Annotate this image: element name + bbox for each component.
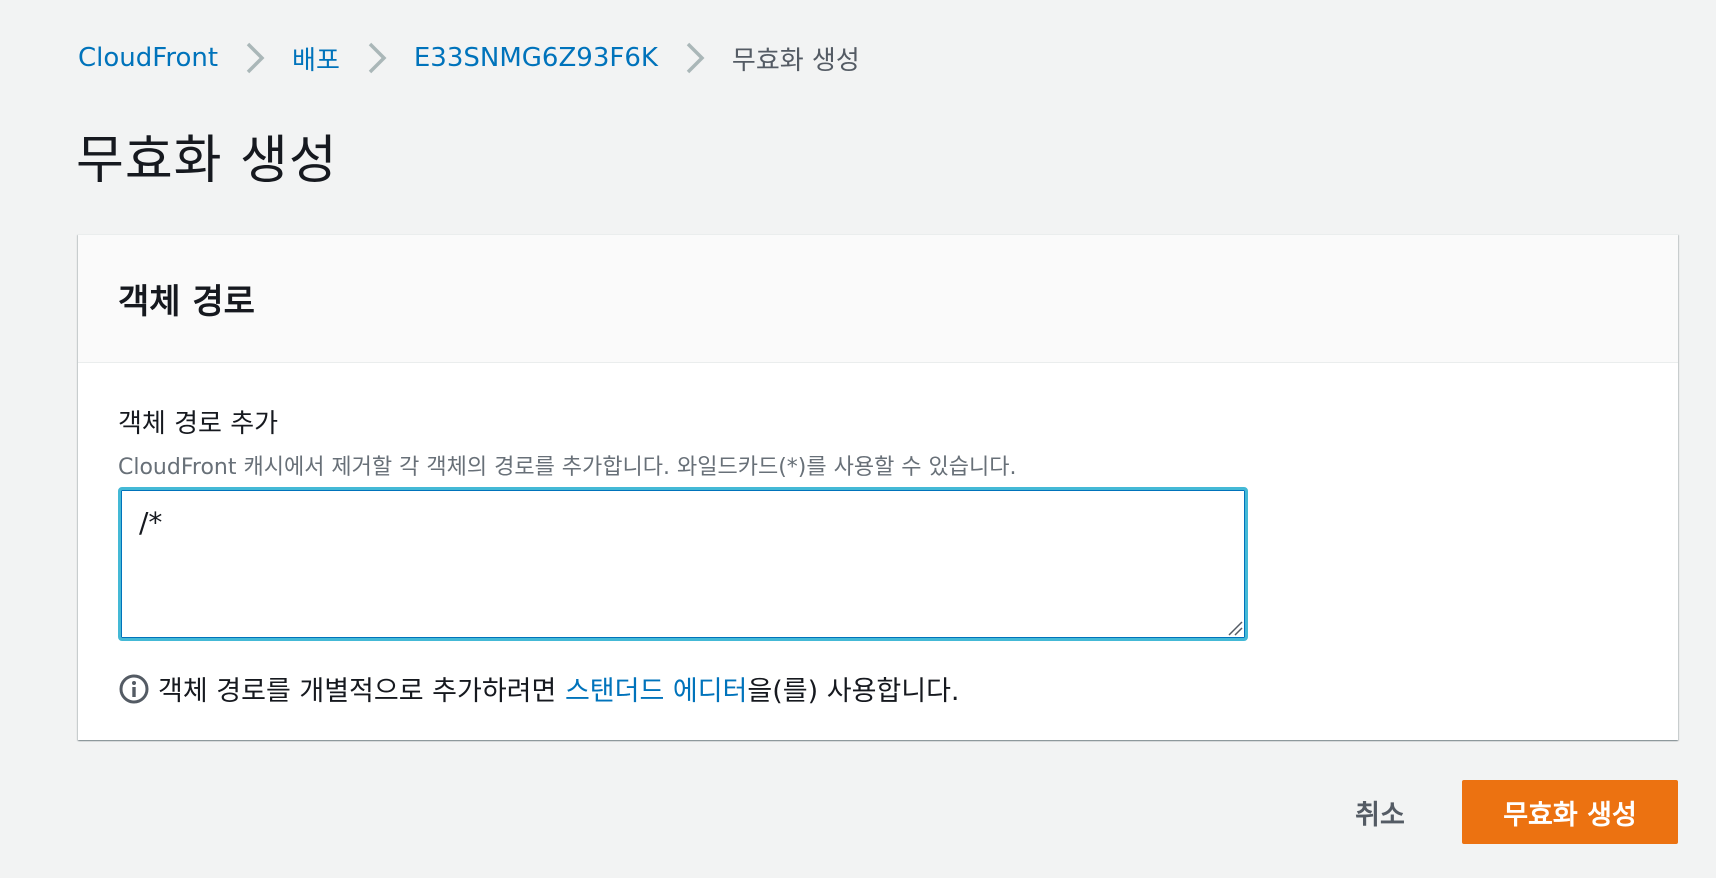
hint-text-prefix: 객체 경로를 개별적으로 추가하려면 — [158, 676, 565, 707]
cancel-button[interactable]: 취소 — [1330, 782, 1430, 842]
chevron-right-icon — [672, 38, 718, 78]
standard-editor-hint: 객체 경로를 개별적으로 추가하려면 스탠더드 에디터 을(를) 사용합니다. — [118, 669, 960, 708]
panel-header: 객체 경로 — [78, 235, 1678, 363]
hint-text-suffix: 을(를) 사용합니다. — [747, 676, 960, 707]
object-paths-textarea[interactable]: /* — [121, 490, 1245, 638]
breadcrumb-item-distributions[interactable]: 배포 — [292, 40, 340, 77]
page: CloudFront 배포 E33SNMG6Z93F6K 무효화 생성 무효화 … — [0, 0, 1716, 878]
breadcrumb: CloudFront 배포 E33SNMG6Z93F6K 무효화 생성 — [78, 38, 860, 78]
object-paths-textarea-wrapper: /* — [118, 487, 1248, 641]
object-paths-description: CloudFront 캐시에서 제거할 각 객체의 경로를 추가합니다. 와일드… — [118, 455, 1017, 480]
resize-handle-icon[interactable] — [1225, 618, 1243, 636]
info-icon — [118, 673, 150, 705]
page-title: 무효화 생성 — [76, 131, 338, 191]
chevron-right-icon — [232, 38, 278, 78]
chevron-right-icon — [354, 38, 400, 78]
breadcrumb-item-distribution-id[interactable]: E33SNMG6Z93F6K — [414, 43, 658, 73]
standard-editor-link[interactable]: 스탠더드 에디터 — [565, 669, 747, 708]
object-paths-label: 객체 경로 추가 — [118, 409, 279, 439]
breadcrumb-item-cloudfront[interactable]: CloudFront — [78, 43, 218, 73]
panel-title: 객체 경로 — [118, 282, 255, 322]
object-paths-panel: 객체 경로 객체 경로 추가 CloudFront 캐시에서 제거할 각 객체의… — [78, 234, 1678, 740]
breadcrumb-item-current: 무효화 생성 — [731, 45, 860, 76]
create-invalidation-button[interactable]: 무효화 생성 — [1462, 780, 1678, 844]
